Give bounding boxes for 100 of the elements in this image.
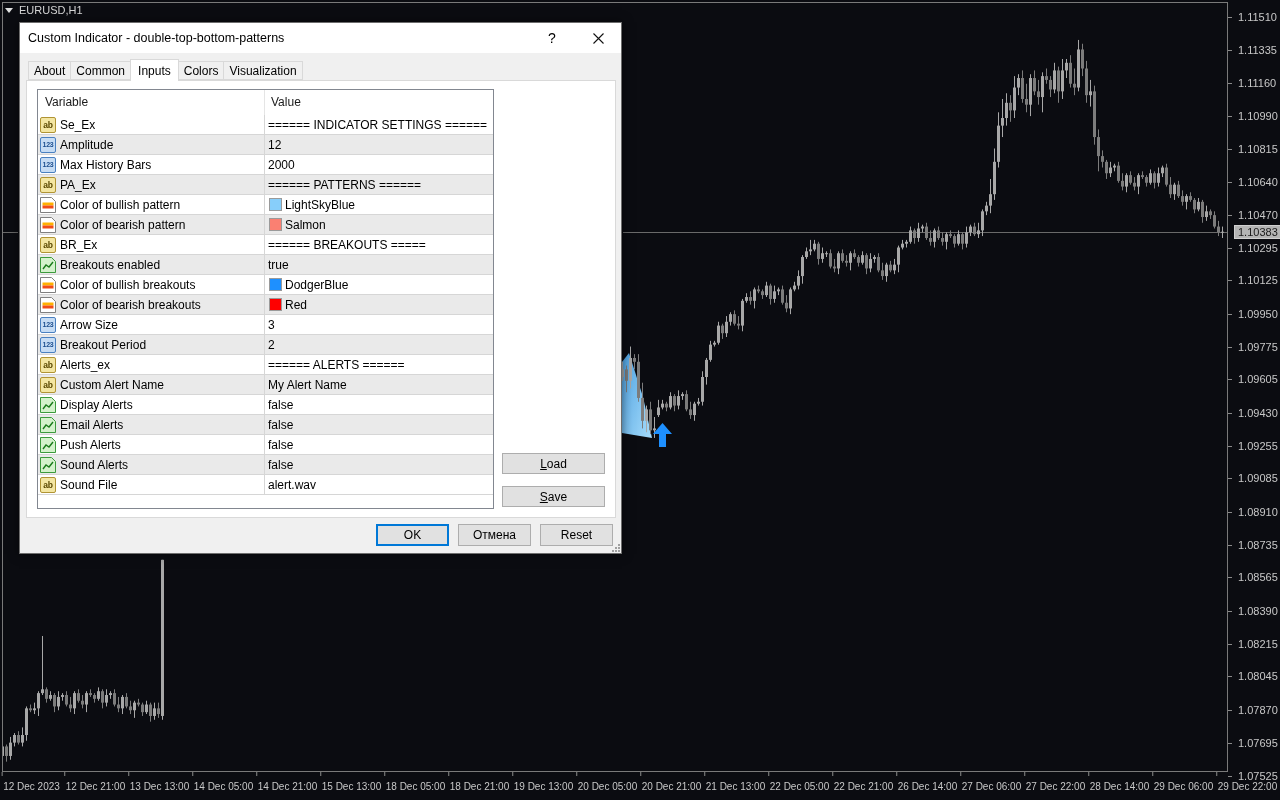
variable-name: Custom Alert Name bbox=[60, 377, 165, 392]
time-label: 27 Dec 22:00 bbox=[1025, 781, 1086, 793]
price-label: 1.09085 bbox=[1238, 472, 1278, 486]
table-row[interactable]: ab Se_Ex ====== INDICATOR SETTINGS ====== bbox=[38, 115, 493, 135]
time-label: 12 Dec 21:00 bbox=[65, 781, 126, 793]
variable-name: Alerts_ex bbox=[60, 357, 111, 372]
price-label: 1.11160 bbox=[1238, 77, 1277, 91]
current-price-tag: 1.10383 bbox=[1234, 225, 1280, 239]
value-text: ====== PATTERNS ====== bbox=[268, 177, 421, 192]
time-label: 27 Dec 06:00 bbox=[961, 781, 1022, 793]
table-row[interactable]: Color of bearish breakouts Red bbox=[38, 295, 493, 315]
value-text: ====== ALERTS ====== bbox=[268, 357, 405, 372]
table-row[interactable]: ab PA_Ex ====== PATTERNS ====== bbox=[38, 175, 493, 195]
table-row[interactable]: ab Sound File alert.wav bbox=[38, 475, 493, 495]
time-label: 19 Dec 13:00 bbox=[513, 781, 574, 793]
variable-name: Display Alerts bbox=[60, 397, 133, 412]
value-text: false bbox=[268, 397, 294, 412]
table-row[interactable]: ab BR_Ex ====== BREAKOUTS ===== bbox=[38, 235, 493, 255]
time-label: 21 Dec 13:00 bbox=[705, 781, 766, 793]
variable-name: Breakout Period bbox=[60, 337, 147, 352]
tab[interactable]: Colors bbox=[177, 61, 225, 80]
tab[interactable]: About bbox=[28, 61, 72, 80]
price-label: 1.07695 bbox=[1238, 737, 1278, 751]
variable-name: Sound Alerts bbox=[60, 457, 129, 472]
time-label: 26 Dec 14:00 bbox=[897, 781, 958, 793]
price-label: 1.09255 bbox=[1238, 440, 1278, 453]
tab[interactable]: Common bbox=[70, 61, 132, 80]
line-chart-icon bbox=[40, 436, 56, 453]
value-text: ====== BREAKOUTS ===== bbox=[268, 237, 426, 252]
table-row[interactable]: ab Custom Alert Name My Alert Name bbox=[38, 375, 493, 395]
type-tag: ab bbox=[40, 176, 56, 193]
time-label: 20 Dec 05:00 bbox=[577, 781, 638, 793]
time-label: 22 Dec 05:00 bbox=[769, 781, 830, 793]
line-chart-icon bbox=[40, 396, 56, 413]
side-button[interactable]: Save bbox=[502, 486, 605, 507]
type-tag: ab bbox=[40, 476, 56, 493]
price-label: 1.08735 bbox=[1238, 539, 1278, 553]
variable-name: Color of bullish pattern bbox=[60, 197, 181, 212]
value-text: ====== INDICATOR SETTINGS ====== bbox=[268, 117, 487, 132]
price-label: 1.09605 bbox=[1238, 373, 1278, 387]
value-text: Red bbox=[285, 297, 307, 312]
table-row[interactable]: Sound Alerts false bbox=[38, 455, 493, 475]
value-text: alert.wav bbox=[268, 477, 317, 492]
color-bar-icon bbox=[40, 296, 56, 313]
value-text: true bbox=[268, 257, 289, 272]
price-label: 1.10640 bbox=[1238, 176, 1278, 190]
value-text: false bbox=[268, 457, 294, 472]
price-label: 1.08910 bbox=[1238, 505, 1278, 519]
table-row[interactable]: Email Alerts false bbox=[38, 415, 493, 435]
time-label: 18 Dec 21:00 bbox=[449, 781, 510, 793]
dialog-button[interactable]: OK bbox=[376, 524, 449, 546]
tab[interactable]: Inputs bbox=[130, 59, 179, 81]
price-label: 1.07525 bbox=[1238, 769, 1278, 782]
price-label: 1.08215 bbox=[1238, 638, 1278, 652]
value-text: false bbox=[268, 437, 294, 452]
variable-name: PA_Ex bbox=[60, 177, 96, 192]
value-text: 2000 bbox=[268, 157, 295, 172]
variable-name: Se_Ex bbox=[60, 117, 96, 132]
dialog-button[interactable]: Отмена bbox=[458, 524, 531, 546]
price-label: 1.07870 bbox=[1238, 703, 1278, 717]
variable-name: Amplitude bbox=[60, 137, 114, 152]
dialog-button[interactable]: Reset bbox=[540, 524, 613, 546]
color-bar-icon bbox=[40, 216, 56, 233]
variable-name: Breakouts enabled bbox=[60, 257, 161, 272]
resize-grip-icon[interactable] bbox=[611, 543, 620, 552]
value-text: Salmon bbox=[285, 217, 326, 232]
column-header[interactable]: Variable bbox=[38, 90, 264, 115]
price-label: 1.08045 bbox=[1238, 670, 1278, 684]
time-label: 29 Dec 22:00 bbox=[1217, 781, 1278, 793]
time-label: 14 Dec 21:00 bbox=[257, 781, 318, 793]
variable-name: Arrow Size bbox=[60, 317, 118, 332]
table-row[interactable]: Breakouts enabled true bbox=[38, 255, 493, 275]
price-label: 1.09950 bbox=[1238, 307, 1278, 321]
dialog-title: Custom Indicator - double-top-bottom-patterns bbox=[28, 31, 285, 45]
time-label: 29 Dec 06:00 bbox=[1153, 781, 1214, 793]
price-label: 1.11335 bbox=[1238, 43, 1277, 57]
price-label: 1.09430 bbox=[1238, 406, 1278, 420]
variable-name: Max History Bars bbox=[60, 157, 152, 172]
caret-down-icon[interactable] bbox=[5, 8, 13, 13]
time-label: 14 Dec 05:00 bbox=[193, 781, 254, 793]
value-text: LightSkyBlue bbox=[285, 197, 356, 212]
time-label: 13 Dec 13:00 bbox=[129, 781, 190, 793]
price-label: 1.08390 bbox=[1238, 604, 1278, 618]
table-row[interactable]: ab Alerts_ex ====== ALERTS ====== bbox=[38, 355, 493, 375]
time-label: 20 Dec 21:00 bbox=[641, 781, 702, 793]
time-label: 15 Dec 13:00 bbox=[321, 781, 382, 793]
value-text: 3 bbox=[268, 317, 275, 332]
help-button[interactable]: ? bbox=[529, 23, 575, 53]
table-row[interactable]: Display Alerts false bbox=[38, 395, 493, 415]
table-row[interactable]: Push Alerts false bbox=[38, 435, 493, 455]
value-text: 12 bbox=[268, 137, 282, 152]
value-text: false bbox=[268, 417, 294, 432]
time-label: 22 Dec 21:00 bbox=[833, 781, 894, 793]
variable-name: BR_Ex bbox=[60, 237, 98, 252]
tab[interactable]: Visualization bbox=[223, 61, 303, 80]
line-chart-icon bbox=[40, 256, 56, 273]
symbol-label: EURUSD,H1 bbox=[19, 4, 83, 17]
table-row[interactable]: Color of bearish pattern Salmon bbox=[38, 215, 493, 235]
type-tag: ab bbox=[40, 116, 56, 133]
side-button[interactable]: Load bbox=[502, 453, 605, 474]
